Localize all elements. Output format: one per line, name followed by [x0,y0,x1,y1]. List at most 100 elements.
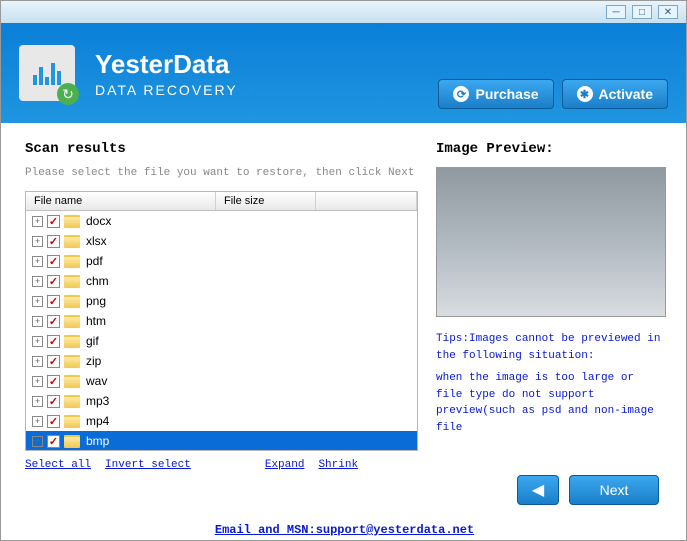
file-table: File name File size + docx + xlsx + pdf + chm + p… [25,191,418,451]
row-checkbox[interactable] [47,435,60,448]
row-label: gif [86,334,99,348]
row-checkbox[interactable] [47,315,60,328]
titlebar: ─ □ ✕ [1,1,686,23]
row-checkbox[interactable] [47,335,60,348]
folder-icon [64,255,80,268]
folder-icon [64,215,80,228]
col-spacer [316,192,417,210]
tree-expand-icon[interactable]: + [32,316,43,327]
table-row[interactable]: + bmp [26,431,417,450]
row-checkbox[interactable] [47,355,60,368]
table-header: File name File size [26,192,417,211]
arrow-left-icon: ◀ [532,480,544,500]
preview-image-area [436,167,666,317]
row-label: png [86,294,106,308]
activate-label: Activate [599,86,653,102]
app-header: ↻ YesterData DATA RECOVERY ⟳ Purchase ✱ … [1,23,686,123]
back-button[interactable]: ◀ [517,475,559,505]
row-label: xlsx [86,234,107,248]
row-label: chm [86,274,109,288]
tree-expand-icon[interactable]: + [32,356,43,367]
tree-expand-icon[interactable]: + [32,296,43,307]
row-label: htm [86,314,106,328]
table-body[interactable]: + docx + xlsx + pdf + chm + png + htm + gif + zip + wav + m… [26,211,417,450]
close-button[interactable]: ✕ [658,5,678,19]
folder-icon [64,415,80,428]
folder-icon [64,355,80,368]
folder-icon [64,335,80,348]
row-checkbox[interactable] [47,235,60,248]
row-checkbox[interactable] [47,275,60,288]
row-checkbox[interactable] [47,215,60,228]
col-filename[interactable]: File name [26,192,216,210]
shrink-link[interactable]: Shrink [318,459,358,471]
row-checkbox[interactable] [47,415,60,428]
table-row[interactable]: + png [26,291,417,311]
folder-icon [64,235,80,248]
tree-expand-icon[interactable]: + [32,276,43,287]
folder-icon [64,375,80,388]
select-all-link[interactable]: Select all [25,459,91,471]
key-icon: ✱ [577,86,593,102]
preview-tips: Tips:Images cannot be previewed in the f… [436,331,666,442]
table-row[interactable]: + htm [26,311,417,331]
row-label: zip [86,354,101,368]
table-row[interactable]: + docx [26,211,417,231]
activate-button[interactable]: ✱ Activate [562,79,668,109]
table-actions: Select all Invert select Expand Shrink [25,459,418,471]
tree-expand-icon[interactable]: + [32,436,43,447]
row-checkbox[interactable] [47,295,60,308]
row-label: wav [86,374,107,388]
table-row[interactable]: + mp3 [26,391,417,411]
footer-support-link[interactable]: Email and MSN:support@yesterdata.net [1,523,687,537]
tips-label: Tips:Images cannot be previewed in the f… [436,331,666,364]
tree-expand-icon[interactable]: + [32,216,43,227]
purchase-label: Purchase [475,86,538,102]
folder-icon [64,395,80,408]
folder-icon [64,275,80,288]
table-row[interactable]: + pdf [26,251,417,271]
app-logo: ↻ [19,45,75,101]
table-row[interactable]: + zip [26,351,417,371]
app-subtitle: DATA RECOVERY [95,82,238,98]
tree-expand-icon[interactable]: + [32,336,43,347]
tree-expand-icon[interactable]: + [32,376,43,387]
row-label: docx [86,214,111,228]
table-row[interactable]: + wav [26,371,417,391]
cart-icon: ⟳ [453,86,469,102]
purchase-button[interactable]: ⟳ Purchase [438,79,553,109]
row-label: mp4 [86,414,109,428]
expand-link[interactable]: Expand [265,459,305,471]
table-row[interactable]: + xlsx [26,231,417,251]
table-row[interactable]: + mp4 [26,411,417,431]
col-filesize[interactable]: File size [216,192,316,210]
scan-instruction: Please select the file you want to resto… [25,167,418,179]
next-label: Next [600,482,629,498]
folder-icon [64,315,80,328]
tree-expand-icon[interactable]: + [32,236,43,247]
maximize-button[interactable]: □ [632,5,652,19]
preview-panel: Image Preview: Tips:Images cannot be pre… [436,141,666,493]
minimize-button[interactable]: ─ [606,5,626,19]
tips-body: when the image is too large or file type… [436,370,666,436]
table-row[interactable]: + chm [26,271,417,291]
row-checkbox[interactable] [47,375,60,388]
scan-results-panel: Scan results Please select the file you … [25,141,418,493]
folder-icon [64,435,80,448]
row-label: mp3 [86,394,109,408]
invert-select-link[interactable]: Invert select [105,459,191,471]
next-button[interactable]: Next [569,475,659,505]
preview-title: Image Preview: [436,141,666,157]
row-label: pdf [86,254,103,268]
row-checkbox[interactable] [47,255,60,268]
scan-title: Scan results [25,141,418,157]
tree-expand-icon[interactable]: + [32,416,43,427]
row-checkbox[interactable] [47,395,60,408]
tree-expand-icon[interactable]: + [32,256,43,267]
app-title: YesterData [95,49,238,80]
folder-icon [64,295,80,308]
refresh-icon: ↻ [57,83,79,105]
tree-expand-icon[interactable]: + [32,396,43,407]
table-row[interactable]: + gif [26,331,417,351]
row-label: bmp [86,434,189,448]
